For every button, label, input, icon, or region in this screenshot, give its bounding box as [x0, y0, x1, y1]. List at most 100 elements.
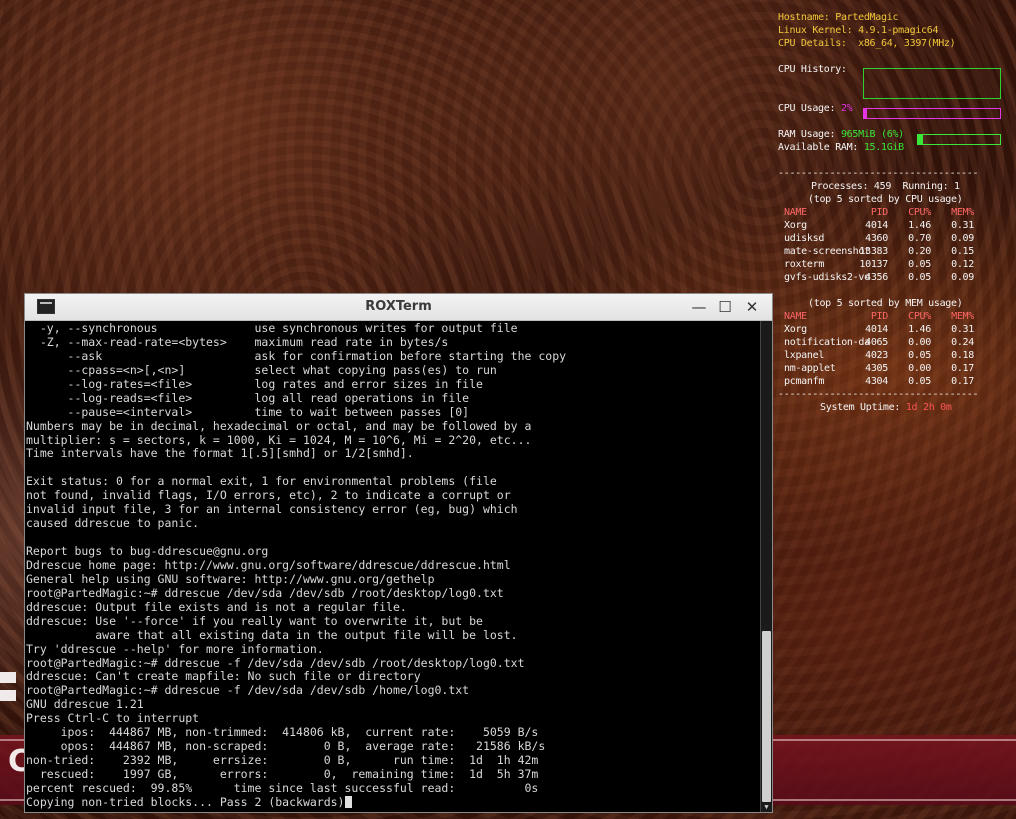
process-mem: 0.17: [951, 376, 974, 387]
terminal-line: --pause=<interval> time to wait between …: [26, 404, 470, 419]
process-cpu: 1.46: [908, 324, 931, 335]
process-table-header: NAME PID CPU% MEM%: [778, 311, 1008, 324]
column-header-mem: MEM%: [951, 311, 974, 322]
terminal-line: --cpass=<n>[,<n>] select what copying pa…: [26, 362, 497, 377]
available-ram-label: Available RAM:: [778, 142, 859, 153]
terminal-line: GNU ddrescue 1.21: [26, 697, 144, 712]
window-title: ROXTerm: [365, 299, 432, 314]
terminal-line: Press Ctrl-C to interrupt: [26, 711, 200, 726]
separator: -----------------------------------: [778, 168, 979, 179]
process-name: lxpanel: [784, 350, 825, 361]
process-mem: 0.17: [951, 363, 974, 374]
process-row: Xorg 4014 1.46 0.31: [778, 220, 1008, 233]
terminal-line: non-tried: 2392 MB, errsize: 0 B, run ti…: [26, 753, 539, 768]
process-cpu: 0.05: [908, 272, 931, 283]
window-titlebar[interactable]: ROXTerm — ☐ ✕: [25, 294, 772, 321]
process-pid: 4305: [865, 363, 888, 374]
terminal-line: ddrescue: Use '--force' if you really wa…: [26, 613, 483, 628]
terminal-output[interactable]: -y, --synchronous use synchronous writes…: [25, 321, 760, 812]
terminal-line-current: Copying non-tried blocks... Pass 2 (back…: [26, 794, 760, 810]
cpu-history-graph: [863, 68, 1001, 99]
terminal-line: multiplier: s = sectors, k = 1000, Ki = …: [26, 432, 532, 447]
process-row: Xorg 4014 1.46 0.31: [778, 324, 1008, 337]
process-row: roxterm 10137 0.05 0.12: [778, 259, 1008, 272]
process-name: roxterm: [784, 259, 825, 270]
top-cpu-table: NAME PID CPU% MEM% Xorg 4014 1.46 0.31 udisksd 43…: [778, 207, 1008, 285]
process-mem: 0.15: [951, 246, 974, 257]
process-mem: 0.31: [951, 220, 974, 231]
uptime-value: 1d 2h 0m: [905, 402, 952, 413]
terminal-line: -y, --synchronous use synchronous writes…: [26, 321, 518, 335]
process-pid: 4023: [865, 350, 888, 361]
terminal-line: ddrescue: Output file exists and is not …: [26, 599, 407, 614]
column-header-pid: PID: [870, 311, 888, 322]
process-name: Xorg: [784, 324, 807, 335]
process-cpu: 0.00: [908, 337, 931, 348]
kernel-label: Linux Kernel:: [778, 25, 853, 36]
scroll-down-arrow-icon[interactable]: ▼: [761, 802, 772, 812]
process-mem: 0.09: [951, 272, 974, 283]
column-header-name: NAME: [784, 207, 807, 218]
ram-usage-label: RAM Usage:: [778, 129, 836, 140]
cpu-history-label: CPU History:: [778, 64, 847, 75]
process-cpu: 0.70: [908, 233, 931, 244]
process-mem: 0.18: [951, 350, 974, 361]
process-pid: 4014: [865, 324, 888, 335]
terminal-line: --ask ask for confirmation before starti…: [26, 348, 567, 363]
terminal-line: not found, invalid flags, I/O errors, et…: [26, 488, 511, 503]
terminal-scrollbar[interactable]: ▼: [760, 321, 772, 812]
column-header-pid: PID: [870, 207, 888, 218]
process-row: gvfs-udisks2-vo 4356 0.05 0.09: [778, 272, 1008, 285]
process-table-header: NAME PID CPU% MEM%: [778, 207, 1008, 220]
process-row: pcmanfm 4304 0.05 0.17: [778, 376, 1008, 389]
minimize-button[interactable]: —: [689, 297, 709, 317]
wallpaper-mark: [0, 672, 16, 683]
terminal-line: --log-rates=<file> log rates and error s…: [26, 376, 483, 391]
process-pid: 4356: [865, 272, 888, 283]
terminal-line: percent rescued: 99.85% time since last …: [26, 780, 539, 795]
top-mem-heading: (top 5 sorted by MEM usage): [808, 298, 963, 309]
process-cpu: 0.05: [908, 259, 931, 270]
terminal-line: ipos: 444867 MB, non-trimmed: 414806 kB,…: [26, 725, 539, 740]
roxterm-window[interactable]: ROXTerm — ☐ ✕ -y, --synchronous use sync…: [24, 293, 773, 813]
column-header-mem: MEM%: [951, 207, 974, 218]
terminal-line: Ddrescue home page: http://www.gnu.org/s…: [26, 557, 511, 572]
cpu-usage-label: CPU Usage:: [778, 103, 836, 114]
top-cpu-heading: (top 5 sorted by CPU usage): [808, 194, 963, 205]
uptime-label: System Uptime:: [820, 402, 901, 413]
close-button[interactable]: ✕: [742, 297, 762, 317]
terminal-line: Time intervals have the format 1[.5][smh…: [26, 446, 414, 461]
scrollbar-thumb[interactable]: [762, 631, 771, 802]
process-cpu: 0.05: [908, 376, 931, 387]
ram-usage-bar: [917, 134, 1001, 145]
terminal-line: root@PartedMagic:~# ddrescue /dev/sda /d…: [26, 585, 504, 600]
terminal-line: Exit status: 0 for a normal exit, 1 for …: [26, 474, 497, 489]
terminal-line: root@PartedMagic:~# ddrescue -f /dev/sda…: [26, 655, 525, 670]
terminal-current-text: Copying non-tried blocks... Pass 2 (back…: [26, 794, 345, 809]
process-row: nm-applet 4305 0.00 0.17: [778, 363, 1008, 376]
terminal-line: caused ddrescue to panic.: [26, 516, 200, 531]
wallpaper-mark: [0, 690, 16, 701]
process-cpu: 0.20: [908, 246, 931, 257]
process-row: lxpanel 4023 0.05 0.18: [778, 350, 1008, 363]
process-cpu: 1.46: [908, 220, 931, 231]
process-cpu: 0.00: [908, 363, 931, 374]
process-row: notification-da 4065 0.00 0.24: [778, 337, 1008, 350]
process-cpu: 0.05: [908, 350, 931, 361]
separator: -----------------------------------: [778, 389, 979, 400]
process-name: udisksd: [784, 233, 825, 244]
process-name: nm-applet: [784, 363, 836, 374]
maximize-button[interactable]: ☐: [715, 297, 735, 317]
process-mem: 0.12: [951, 259, 974, 270]
process-pid: 4014: [865, 220, 888, 231]
column-header-cpu: CPU%: [908, 311, 931, 322]
ram-usage-value: 965MiB (6%): [840, 129, 904, 140]
process-mem: 0.31: [951, 324, 974, 335]
available-ram-value: 15.1GiB: [863, 142, 904, 153]
process-pid: 4304: [865, 376, 888, 387]
process-row: udisksd 4360 0.70 0.09: [778, 233, 1008, 246]
terminal-line: opos: 444867 MB, non-scraped: 0 B, avera…: [26, 739, 546, 754]
process-name: pcmanfm: [784, 376, 825, 387]
